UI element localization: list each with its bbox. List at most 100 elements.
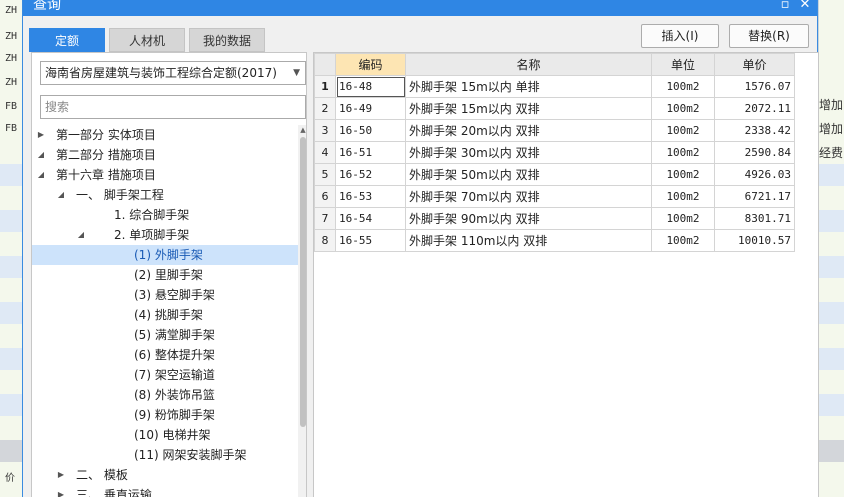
search-input[interactable]: [40, 95, 306, 119]
unit-cell[interactable]: 100m2: [651, 97, 715, 120]
price-cell[interactable]: 8301.71: [714, 207, 795, 230]
table-row[interactable]: 2 16-49 外脚手架 15m以内 双排 100m2 2072.11: [314, 97, 795, 120]
unit-cell[interactable]: 100m2: [651, 185, 715, 208]
price-cell[interactable]: 2072.11: [714, 97, 795, 120]
tree-node[interactable]: ◢ 一、 脚手架工程: [32, 185, 298, 205]
collapse-arrow-icon[interactable]: ◢: [76, 225, 86, 245]
unit-cell[interactable]: 100m2: [651, 229, 715, 252]
code-cell[interactable]: 16-52: [335, 163, 406, 186]
tree-node[interactable]: ◢ 2. 单项脚手架: [32, 225, 298, 245]
code-cell[interactable]: 16-49: [335, 97, 406, 120]
column-header-unit[interactable]: 单位: [651, 53, 715, 76]
code-cell[interactable]: 16-51: [335, 141, 406, 164]
tree-node[interactable]: (1) 外脚手架: [32, 245, 298, 265]
tree-node[interactable]: (3) 悬空脚手架: [32, 285, 298, 305]
tree-node[interactable]: ▶ 二、 模板: [32, 465, 298, 485]
name-cell[interactable]: 外脚手架 15m以内 双排: [405, 97, 652, 120]
bg-right-text: 增加: [819, 98, 844, 112]
quota-library-select[interactable]: 海南省房屋建筑与装饰工程综合定额(2017) ▼: [40, 61, 306, 85]
code-cell[interactable]: 16-55: [335, 229, 406, 252]
tree-node[interactable]: ▶ 三、 垂直运输: [32, 485, 298, 497]
name-cell[interactable]: 外脚手架 20m以内 双排: [405, 119, 652, 142]
dialog-titlebar[interactable]: 查询 ▫ ✕: [23, 0, 817, 16]
tree-node[interactable]: (4) 挑脚手架: [32, 305, 298, 325]
unit-cell[interactable]: 100m2: [651, 141, 715, 164]
price-cell[interactable]: 4926.03: [714, 163, 795, 186]
tree-node[interactable]: (8) 外装饰吊篮: [32, 385, 298, 405]
tree-node-label: (8) 外装饰吊篮: [134, 388, 215, 402]
collapse-arrow-icon[interactable]: ◢: [36, 145, 46, 165]
table-row[interactable]: 6 16-53 外脚手架 70m以内 双排 100m2 6721.17: [314, 185, 795, 208]
row-number-cell[interactable]: 6: [314, 185, 336, 208]
bg-right-text: 经费: [819, 146, 844, 160]
collapse-arrow-icon[interactable]: ◢: [36, 165, 46, 185]
row-number-cell[interactable]: 1: [314, 75, 336, 98]
scroll-up-icon[interactable]: ▲: [298, 125, 306, 135]
tree-scrollbar[interactable]: ▲: [298, 125, 306, 497]
column-header-price[interactable]: 单价: [714, 53, 795, 76]
expand-arrow-icon[interactable]: ▶: [56, 485, 66, 497]
tree-node[interactable]: (9) 粉饰脚手架: [32, 405, 298, 425]
name-cell[interactable]: 外脚手架 110m以内 双排: [405, 229, 652, 252]
name-cell[interactable]: 外脚手架 70m以内 双排: [405, 185, 652, 208]
row-number-cell[interactable]: 4: [314, 141, 336, 164]
row-number-cell[interactable]: 7: [314, 207, 336, 230]
tree-node[interactable]: ◢ 第二部分 措施项目: [32, 145, 298, 165]
tab-labor-material-machine[interactable]: 人材机: [109, 28, 185, 52]
close-icon[interactable]: ✕: [797, 0, 813, 13]
bg-row-code: FB: [5, 101, 18, 112]
tree-node[interactable]: (11) 网架安装脚手架: [32, 445, 298, 465]
name-cell[interactable]: 外脚手架 15m以内 单排: [405, 75, 652, 98]
code-cell[interactable]: 16-48: [335, 75, 406, 98]
replace-button[interactable]: 替换(R): [729, 24, 809, 48]
code-cell[interactable]: 16-50: [335, 119, 406, 142]
tree-node[interactable]: (2) 里脚手架: [32, 265, 298, 285]
tab-quota[interactable]: 定额: [29, 28, 105, 52]
tree-node[interactable]: ◢ 第十六章 措施项目: [32, 165, 298, 185]
restore-icon[interactable]: ▫: [777, 0, 793, 13]
price-cell[interactable]: 2338.42: [714, 119, 795, 142]
table-row[interactable]: 3 16-50 外脚手架 20m以内 双排 100m2 2338.42: [314, 119, 795, 142]
code-cell[interactable]: 16-54: [335, 207, 406, 230]
tree-node[interactable]: (10) 电梯井架: [32, 425, 298, 445]
unit-cell[interactable]: 100m2: [651, 207, 715, 230]
table-row[interactable]: 7 16-54 外脚手架 90m以内 双排 100m2 8301.71: [314, 207, 795, 230]
tree-node[interactable]: (6) 整体提升架: [32, 345, 298, 365]
table-row[interactable]: 8 16-55 外脚手架 110m以内 双排 100m2 10010.57: [314, 229, 795, 252]
table-row[interactable]: 4 16-51 外脚手架 30m以内 双排 100m2 2590.84: [314, 141, 795, 164]
price-cell[interactable]: 1576.07: [714, 75, 795, 98]
tab-my-data[interactable]: 我的数据: [189, 28, 265, 52]
tree-node[interactable]: 1. 综合脚手架: [32, 205, 298, 225]
table-row[interactable]: 1 16-48 外脚手架 15m以内 单排 100m2 1576.07: [314, 75, 795, 98]
row-number-cell[interactable]: 2: [314, 97, 336, 120]
code-cell[interactable]: 16-53: [335, 185, 406, 208]
unit-cell[interactable]: 100m2: [651, 163, 715, 186]
column-header-code[interactable]: 编码: [335, 53, 406, 76]
insert-button[interactable]: 插入(I): [641, 24, 719, 48]
collapse-arrow-icon[interactable]: ◢: [56, 185, 66, 205]
row-number-cell[interactable]: 3: [314, 119, 336, 142]
name-cell[interactable]: 外脚手架 30m以内 双排: [405, 141, 652, 164]
bg-row-band: [819, 348, 844, 370]
row-number-cell[interactable]: 5: [314, 163, 336, 186]
price-cell[interactable]: 2590.84: [714, 141, 795, 164]
name-cell[interactable]: 外脚手架 50m以内 双排: [405, 163, 652, 186]
price-cell[interactable]: 10010.57: [714, 229, 795, 252]
tree-node[interactable]: (5) 满堂脚手架: [32, 325, 298, 345]
column-header-name[interactable]: 名称: [405, 53, 652, 76]
unit-cell[interactable]: 100m2: [651, 119, 715, 142]
table-row[interactable]: 5 16-52 外脚手架 50m以内 双排 100m2 4926.03: [314, 163, 795, 186]
bg-row-band: [819, 164, 844, 186]
chevron-down-icon[interactable]: ▼: [293, 62, 300, 84]
row-number-cell[interactable]: 8: [314, 229, 336, 252]
results-table: 编码 名称 单位 单价 1 16-48 外脚手架 15m以内 单排 100m2 1576…: [314, 53, 795, 252]
expand-arrow-icon[interactable]: ▶: [36, 125, 46, 145]
background-left-strip: ZH ZH ZH ZH FB FB 价: [0, 0, 23, 497]
name-cell[interactable]: 外脚手架 90m以内 双排: [405, 207, 652, 230]
tree-node[interactable]: (7) 架空运输道: [32, 365, 298, 385]
unit-cell[interactable]: 100m2: [651, 75, 715, 98]
scrollbar-thumb[interactable]: [300, 137, 306, 427]
tree-node[interactable]: ▶ 第一部分 实体项目: [32, 125, 298, 145]
price-cell[interactable]: 6721.17: [714, 185, 795, 208]
expand-arrow-icon[interactable]: ▶: [56, 465, 66, 485]
